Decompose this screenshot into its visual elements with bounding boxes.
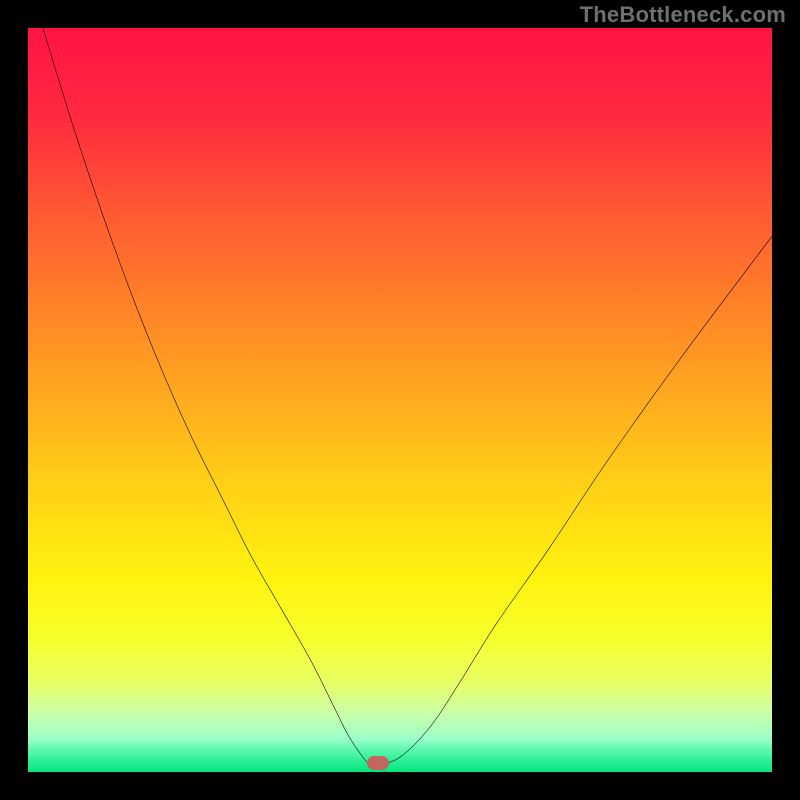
plot-area — [28, 28, 772, 772]
chart-frame: TheBottleneck.com — [0, 0, 800, 800]
optimal-marker-icon — [367, 756, 389, 770]
attribution-label: TheBottleneck.com — [580, 2, 786, 28]
bottleneck-curve — [28, 28, 772, 772]
